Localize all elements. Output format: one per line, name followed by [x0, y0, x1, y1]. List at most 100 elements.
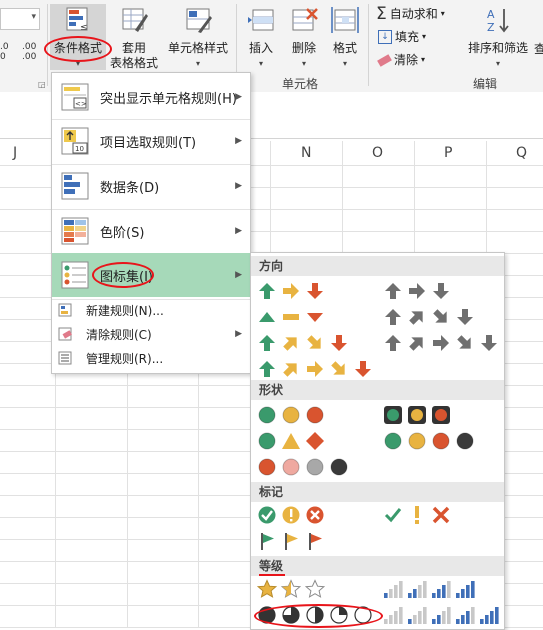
format-as-table-button[interactable]: 套用 表格格式 ▾ — [108, 4, 160, 85]
icon-set-4-arrows-colored[interactable] — [257, 331, 349, 355]
column-header-j[interactable]: J — [13, 145, 17, 161]
icon-set-4-traffic-lights[interactable] — [383, 429, 475, 453]
autosum-button[interactable]: Σ 自动求和 ▾ — [376, 4, 445, 24]
find-button[interactable]: 查 — [534, 40, 543, 57]
annotation-ellipse-icon-sets — [92, 262, 154, 288]
icon-set-5-arrows-gray[interactable] — [383, 331, 499, 355]
clear-button[interactable]: 清除 ▾ — [377, 50, 425, 70]
icon-set-glyph-icon — [409, 337, 423, 351]
menu-item-clear-rules[interactable]: 清除规则(C) ▶ — [52, 323, 250, 345]
highlight-cells-icon: <> — [61, 83, 89, 111]
icon-set-3-traffic-lights-rimmed[interactable] — [383, 403, 451, 427]
submenu-arrow-icon: ▶ — [235, 226, 242, 236]
annotation-underline-ratings — [259, 574, 285, 576]
section-header-directional: 方向 — [251, 256, 504, 276]
icon-set-glyph-icon — [331, 335, 347, 351]
manage-rules-icon — [58, 351, 72, 365]
icon-set-glyph-icon — [259, 361, 275, 377]
annotation-ellipse-quarters — [254, 604, 383, 628]
icon-set-glyph-icon — [385, 335, 401, 351]
menu-item-label: 项目选取规则(T) — [100, 135, 197, 151]
icon-set-red-to-black[interactable] — [257, 455, 349, 479]
icon-set-glyph-icon — [306, 432, 324, 450]
menu-item-new-rule[interactable]: 新建规则(N)... — [52, 299, 250, 321]
insert-label: 插入 — [248, 41, 273, 55]
insert-button[interactable]: 插入 ▾ — [240, 4, 282, 70]
decrease-decimal-label: .00 — [22, 42, 37, 52]
cell-styles-icon — [186, 8, 212, 33]
icon-set-3-symbols-circled[interactable] — [257, 503, 325, 527]
icon-set-3-symbols-uncircled[interactable] — [383, 503, 451, 527]
icon-set-glyph-icon — [283, 337, 297, 351]
menu-item-top-bottom-rules[interactable]: 10 项目选取规则(T) ▶ — [52, 119, 250, 163]
menu-item-label: 新建规则(N)... — [86, 303, 164, 318]
decimal-label-2: .00 — [22, 52, 37, 62]
decimal-buttons[interactable]: .0 0 — [0, 42, 9, 62]
fill-button[interactable]: ↓ 填充 ▾ — [378, 27, 426, 47]
menu-item-manage-rules[interactable]: 管理规则(R)... — [52, 347, 250, 369]
icon-set-3-signs[interactable] — [257, 429, 325, 453]
svg-text:Z: Z — [487, 21, 495, 34]
icon-set-glyph-icon — [432, 432, 450, 450]
find-label: 查 — [534, 42, 543, 56]
menu-item-color-scales[interactable]: 色阶(S) ▶ — [52, 209, 250, 253]
menu-item-data-bars[interactable]: 数据条(D) ▶ — [52, 164, 250, 208]
column-header-o[interactable]: O — [372, 145, 383, 161]
icon-set-3-flags[interactable] — [257, 529, 325, 553]
column-header-p[interactable]: P — [444, 145, 452, 161]
chevron-down-icon: ▾ — [440, 9, 445, 18]
submenu-arrow-icon: ▶ — [235, 136, 242, 146]
icon-set-3-stars[interactable] — [257, 577, 325, 601]
icon-set-glyph-icon — [306, 458, 324, 476]
decrease-decimal-button[interactable]: .00 .00 — [22, 42, 36, 62]
icon-set-glyph-icon — [408, 432, 426, 450]
section-header-ratings: 等级 — [251, 556, 504, 576]
icon-set-glyph-icon — [480, 607, 499, 624]
cell-styles-button[interactable]: 单元格样式 ▾ — [164, 4, 232, 70]
icon-set-glyph-icon — [307, 313, 323, 322]
format-button[interactable]: 格式 ▾ — [326, 4, 364, 70]
dialog-launcher-icon[interactable]: ◲ — [38, 80, 46, 89]
icon-set-glyph-icon — [258, 506, 276, 524]
decimal-zero-label: 0 — [0, 52, 6, 62]
column-header-q[interactable]: Q — [516, 145, 527, 161]
icon-set-3-traffic-lights-unrimmed[interactable] — [257, 403, 325, 427]
icon-set-glyph-icon — [432, 581, 451, 598]
sort-filter-icon: A Z — [487, 8, 509, 34]
chevron-down-icon: ▾ — [31, 12, 36, 22]
group-label-editing: 编辑 — [473, 77, 498, 91]
autosum-label: 自动求和 — [389, 7, 438, 21]
icon-set-glyph-icon — [433, 335, 449, 351]
clear-rules-icon — [58, 327, 72, 341]
icon-set-glyph-icon — [306, 406, 324, 424]
icon-set-glyph-icon — [457, 309, 473, 325]
icon-set-glyph-icon — [282, 406, 300, 424]
icon-set-3-arrows-gray[interactable] — [383, 279, 451, 303]
chevron-down-icon: ▾ — [422, 32, 427, 41]
font-size-box[interactable]: ▾ — [0, 8, 40, 30]
icon-set-glyph-icon — [306, 506, 324, 524]
submenu-arrow-icon: ▶ — [235, 92, 242, 102]
fill-down-icon: ↓ — [378, 30, 392, 44]
format-as-table-label-1: 套用 — [121, 41, 146, 55]
icon-set-glyph-icon — [385, 283, 401, 299]
chevron-down-icon: ▾ — [495, 59, 500, 68]
icon-set-3-arrows-colored[interactable] — [257, 279, 325, 303]
sort-filter-button[interactable]: A Z 排序和筛选 ▾ — [464, 4, 532, 70]
icon-set-glyph-icon — [409, 283, 425, 299]
column-header-n[interactable]: N — [301, 145, 311, 161]
submenu-arrow-icon: ▶ — [235, 270, 242, 280]
icon-set-glyph-icon — [283, 283, 299, 299]
icon-set-5-arrows-colored[interactable] — [257, 357, 373, 381]
delete-button[interactable]: 删除 ▾ — [284, 4, 324, 70]
submenu-arrow-icon: ▶ — [235, 181, 242, 191]
icon-set-3-triangles[interactable] — [257, 305, 325, 329]
icon-set-5-ratings[interactable] — [383, 603, 499, 627]
icon-set-glyph-icon — [456, 581, 475, 598]
icon-set-glyph-icon — [384, 607, 403, 624]
format-as-table-label-2: 表格格式 — [109, 56, 158, 70]
icon-set-glyph-icon — [456, 607, 475, 624]
icon-set-4-arrows-gray[interactable] — [383, 305, 475, 329]
menu-item-highlight-cells-rules[interactable]: <> 突出显示单元格规则(H) ▶ — [52, 75, 250, 119]
icon-set-4-ratings[interactable] — [383, 577, 475, 601]
